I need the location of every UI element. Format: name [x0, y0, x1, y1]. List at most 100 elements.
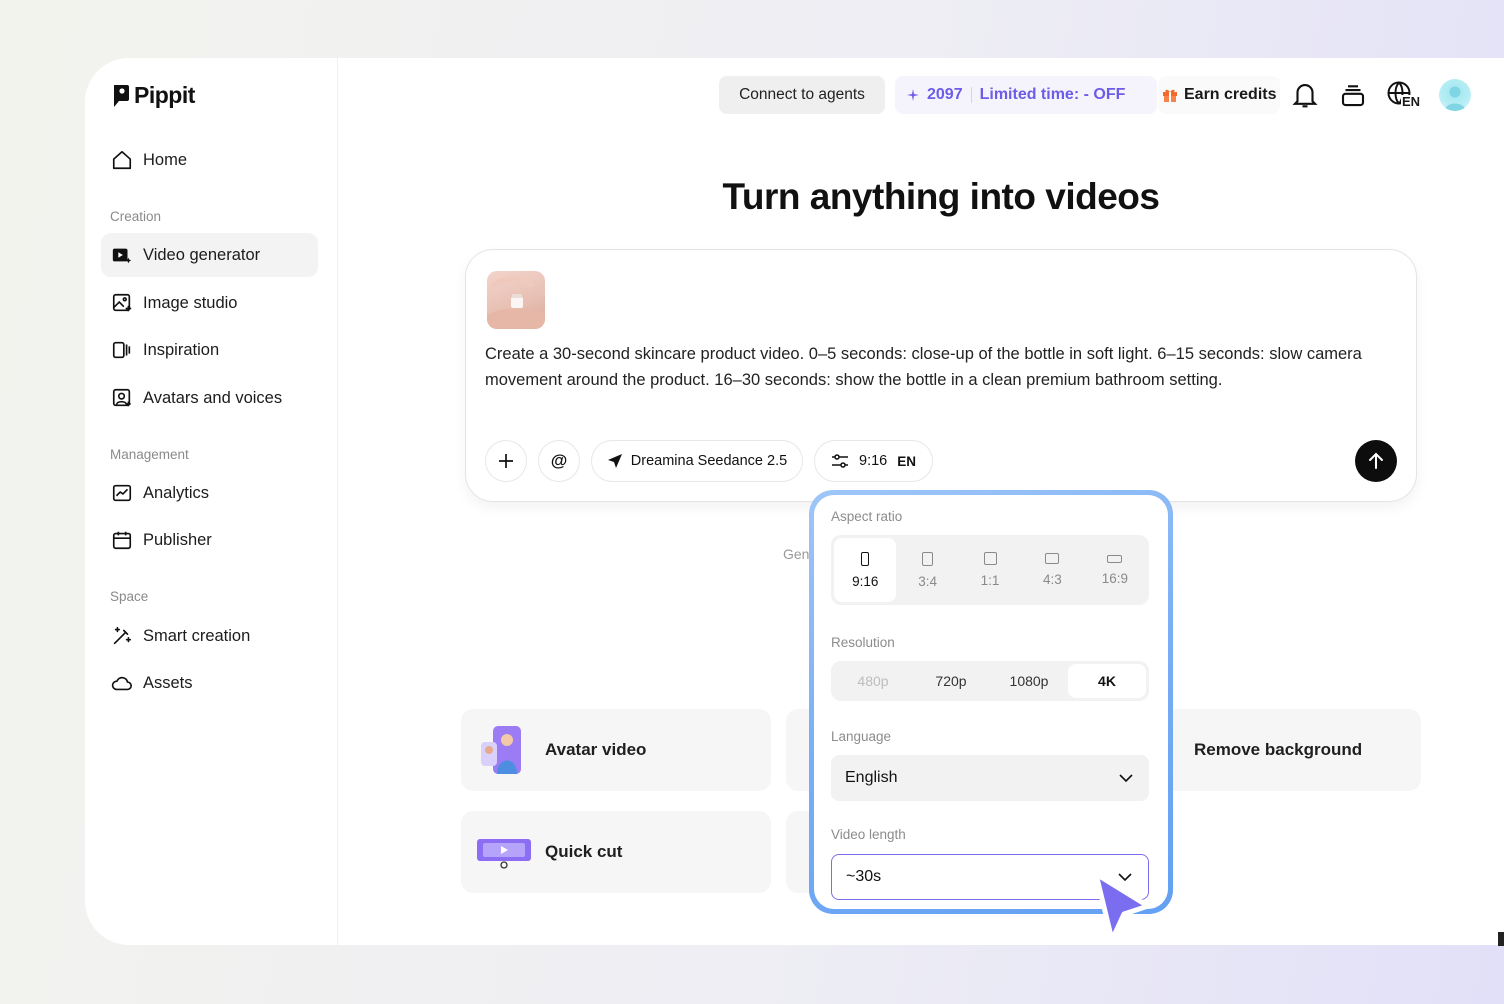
language-badge: EN	[1401, 94, 1422, 109]
resolution-option-480p: 480p	[857, 673, 889, 689]
language-select[interactable]: English	[831, 755, 1149, 801]
ratio-option-16-9[interactable]: 16:9	[1084, 538, 1146, 602]
credits-pill[interactable]: 2097 Limited time: - OFF	[895, 76, 1157, 114]
sidebar: Pippit Home Creation Video generator Ima…	[85, 58, 338, 945]
sidebar-item-avatars-and-voices[interactable]: Avatars and voices	[101, 376, 318, 420]
ratio-label: 16:9	[1101, 570, 1128, 586]
mention-button[interactable]: @	[538, 440, 580, 482]
divider	[970, 87, 972, 103]
app-name: Pippit	[134, 82, 195, 108]
ratio-label: 9:16	[852, 573, 879, 589]
stack-icon[interactable]	[1338, 80, 1368, 110]
ratio-option-3-4[interactable]: 3:4	[896, 538, 958, 602]
home-icon	[112, 150, 132, 170]
reference-image-thumbnail[interactable]	[487, 271, 545, 329]
image-studio-icon	[112, 293, 132, 312]
logo[interactable]: Pippit	[111, 82, 195, 109]
resolution-option-4k[interactable]: 4K	[1068, 664, 1146, 698]
aspect-ratio-label: Aspect ratio	[831, 509, 903, 524]
sidebar-item-image-studio[interactable]: Image studio	[101, 281, 318, 325]
sidebar-item-analytics[interactable]: Analytics	[101, 471, 318, 515]
feature-card-quick-cut[interactable]: Quick cut	[461, 811, 771, 893]
sidebar-item-label: Assets	[143, 673, 193, 692]
feature-name: Remove background	[1194, 740, 1363, 759]
earn-credits-label: Earn credits	[1184, 86, 1277, 103]
page-title: Turn anything into videos	[722, 176, 1160, 217]
app-window: Pippit Home Creation Video generator Ima…	[85, 58, 1504, 945]
sidebar-item-label: Image studio	[143, 293, 238, 312]
plus-icon	[499, 454, 513, 468]
inspiration-icon	[112, 341, 131, 359]
earn-credits-button[interactable]: Earn credits	[1158, 76, 1280, 114]
sidebar-item-publisher[interactable]: Publisher	[101, 518, 318, 562]
model-logo-icon	[607, 454, 622, 468]
ratio-label: 4:3	[1043, 572, 1062, 587]
user-avatar-icon	[1444, 86, 1466, 111]
resolution-option-720p[interactable]: 720p	[912, 664, 990, 698]
language-value: English	[845, 769, 898, 786]
sidebar-item-label: Smart creation	[143, 626, 251, 645]
ratio-label: 3:4	[918, 573, 937, 589]
magic-wand-icon	[113, 626, 132, 645]
sidebar-item-label: Publisher	[143, 530, 212, 549]
pippit-logo-icon	[114, 84, 129, 107]
mouse-cursor-icon	[1093, 871, 1151, 943]
sidebar-item-label: Video generator	[143, 245, 261, 264]
aspect-ratio-selector: 9:16 3:4 1:1 4:3 16:9	[831, 535, 1149, 605]
analytics-icon	[112, 484, 132, 502]
model-select-button[interactable]: Dreamina Seedance 2.5	[591, 440, 803, 482]
video-length-value: ~30s	[846, 868, 882, 885]
feature-card-avatar-video[interactable]: Avatar video	[461, 709, 771, 791]
avatar-video-icon	[481, 726, 521, 774]
add-attachment-button[interactable]	[485, 440, 527, 482]
section-label-management: Management	[110, 447, 189, 462]
sliders-icon	[832, 454, 848, 468]
cloud-icon	[111, 676, 132, 691]
feature-name: Avatar video	[545, 740, 647, 759]
square-ratio-icon	[983, 552, 997, 565]
ratio-label: 1:1	[980, 573, 1000, 588]
gift-icon	[1163, 89, 1177, 102]
model-name: Dreamina Seedance 2.5	[630, 453, 788, 469]
ratio-option-9-16[interactable]: 9:16	[834, 538, 897, 602]
video-settings-popover: Aspect ratio 9:16 3:4 1:1 4:3 16:9 Resol…	[814, 495, 1168, 909]
language-label: Language	[831, 729, 892, 744]
portrait-ratio-icon	[861, 551, 870, 566]
arrow-up-icon	[1369, 452, 1383, 469]
sparkle-icon	[907, 89, 919, 101]
sidebar-item-label: Inspiration	[143, 340, 220, 359]
product-photo-icon	[487, 276, 545, 329]
send-button[interactable]	[1355, 440, 1397, 482]
resolution-label: Resolution	[831, 635, 895, 650]
user-avatar[interactable]	[1439, 79, 1471, 111]
sidebar-item-assets[interactable]: Assets	[101, 661, 318, 705]
prompt-card: Create a 30-second skincare product vide…	[465, 249, 1417, 502]
section-label-space: Space	[110, 589, 149, 604]
resolution-option-1080p[interactable]: 1080p	[990, 664, 1068, 698]
landscape-ratio-icon	[1045, 553, 1060, 564]
settings-ratio: 9:16	[859, 453, 888, 469]
section-label-creation: Creation	[110, 209, 162, 224]
language-switcher[interactable]: EN	[1385, 79, 1425, 113]
sidebar-item-inspiration[interactable]: Inspiration	[101, 328, 318, 372]
prompt-input[interactable]: Create a 30-second skincare product vide…	[485, 341, 1385, 393]
sidebar-item-label: Avatars and voices	[143, 388, 283, 407]
sidebar-item-video-generator[interactable]: Video generator	[101, 233, 318, 277]
connect-agents-button[interactable]: Connect to agents	[719, 76, 885, 114]
video-settings-button[interactable]: 9:16 EN	[814, 440, 933, 482]
feature-card-remove-background[interactable]: Remove background	[1161, 709, 1421, 791]
bell-icon[interactable]	[1290, 80, 1320, 110]
sidebar-item-smart-creation[interactable]: Smart creation	[101, 614, 318, 658]
portrait-ratio-icon	[922, 551, 934, 566]
ratio-option-1-1[interactable]: 1:1	[959, 538, 1021, 602]
sidebar-item-home[interactable]: Home	[101, 138, 318, 182]
video-length-label: Video length	[831, 827, 906, 842]
calendar-icon	[112, 531, 132, 550]
resolution-selector: 480p 720p 1080p 4K	[831, 661, 1149, 701]
ratio-option-4-3[interactable]: 4:3	[1021, 538, 1083, 602]
video-generator-icon	[112, 248, 132, 264]
landscape-ratio-icon	[1107, 554, 1123, 563]
quick-cut-icon	[477, 839, 531, 869]
avatar-voice-icon	[112, 388, 131, 407]
sidebar-item-label: Home	[143, 150, 188, 169]
